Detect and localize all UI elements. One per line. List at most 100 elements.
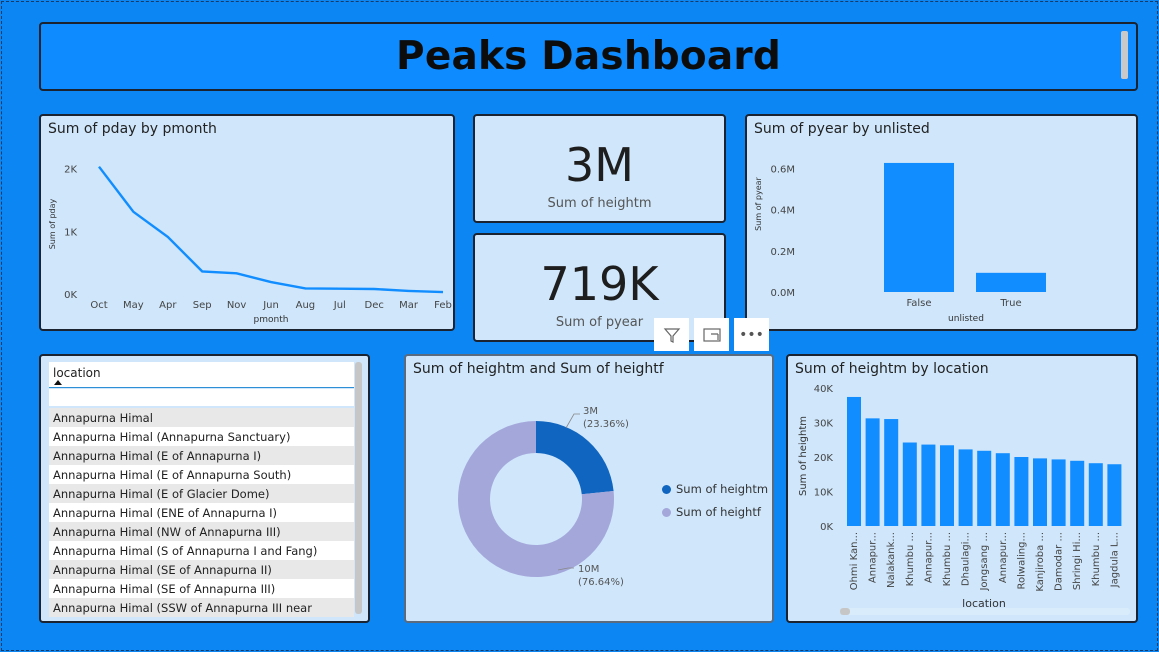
slicer-item[interactable]: Annapurna Himal (SSW of Annapurna III ne… (49, 598, 354, 617)
header-scrollbar[interactable] (1121, 31, 1128, 79)
slicer-search-input[interactable] (49, 389, 354, 406)
location-scrollbar[interactable] (840, 608, 850, 615)
x-axis-label: pmonth (254, 315, 289, 325)
bar (847, 396, 861, 526)
y-tick-label: 10K (814, 488, 834, 499)
leader-line-heightm (565, 413, 580, 429)
y-tick-label: 2K (64, 165, 77, 176)
x-tick-label: True (999, 298, 1021, 309)
visual-header-toolbar: ••• (654, 318, 769, 351)
data-label-heightm-value: 3M (583, 406, 598, 417)
filter-button[interactable] (654, 318, 689, 351)
donut-chart-visual[interactable]: Sum of heightm and Sum of heightf 3M (23.… (404, 354, 774, 623)
slicer-list: Annapurna Himal Annapurna Himal (Annapurn… (49, 408, 354, 617)
bar (958, 449, 973, 526)
slicer-item[interactable]: Annapurna Himal (E of Glacier Dome) (49, 484, 354, 503)
y-tick-label: 0.6M (770, 164, 795, 175)
x-tick-label: Dhaulagi... (961, 532, 972, 586)
bar (1088, 463, 1103, 526)
y-tick-label: 1K (64, 227, 77, 238)
slicer-item[interactable]: Annapurna Himal (E of Annapurna I) (49, 446, 354, 465)
location-chart-svg: 0K 10K 20K 30K 40K Sum of heightm Ohmi Kan... A… (798, 384, 1122, 610)
x-tick-label: Rolwaling... (1016, 532, 1027, 589)
x-tick-label: Shringi Hi... (1072, 532, 1083, 590)
y-tick-label: 0.4M (770, 206, 795, 217)
bar (1107, 464, 1122, 526)
data-label-heightf-value: 10M (578, 564, 599, 575)
bar (902, 442, 917, 526)
slicer-item[interactable]: Annapurna Himal (49, 408, 354, 427)
y-tick-label: 0.0M (770, 288, 795, 299)
y-axis-label: Sum of pyear (754, 176, 763, 230)
y-tick-label: 40K (814, 384, 834, 395)
data-label-heightf-percent: (76.64%) (578, 577, 624, 588)
x-tick-label: Khumbu ... (905, 532, 916, 586)
y-tick-label: 0K (820, 522, 833, 533)
page-title: Peaks Dashboard (396, 34, 781, 79)
bar (884, 162, 954, 292)
donut-slice-heightm (536, 421, 614, 495)
slicer-item[interactable]: Annapurna Himal (Annapurna Sanctuary) (49, 427, 354, 446)
card-heightm[interactable]: 3M Sum of heightm (473, 114, 726, 223)
x-tick-label: Nov (227, 300, 247, 311)
bar (977, 450, 992, 526)
x-tick-label: Oct (90, 300, 107, 311)
bar (995, 453, 1010, 526)
y-tick-label: 0K (64, 290, 77, 301)
x-tick-label: Annapur... (923, 532, 934, 583)
slicer-item[interactable]: Annapurna Himal (SE of Annapurna II) (49, 560, 354, 579)
bar (976, 272, 1046, 292)
x-tick-label: Aug (296, 300, 316, 311)
x-tick-label: May (123, 300, 144, 311)
filter-icon (663, 327, 680, 343)
legend-label-heightf: Sum of heightf (676, 505, 761, 519)
x-tick-label: Khumbu ... (1091, 532, 1102, 586)
unlisted-bar-chart-visual[interactable]: Sum of pyear by unlisted 0.0M 0.2M 0.4M 0.6… (745, 114, 1138, 331)
x-axis-label: unlisted (948, 314, 984, 324)
data-label-heightm-percent: (23.36%) (583, 419, 629, 430)
legend-item-heightf[interactable]: Sum of heightf (662, 505, 761, 519)
header-banner: Peaks Dashboard (39, 22, 1138, 91)
legend-item-heightm[interactable]: Sum of heightm (662, 482, 768, 496)
focus-mode-button[interactable] (694, 318, 729, 351)
card-heightm-value: 3M (565, 138, 634, 192)
bar (921, 444, 936, 526)
x-tick-label: Jun (262, 300, 279, 311)
series-line (98, 165, 444, 294)
location-bar-chart-visual[interactable]: Sum of heightm by location 0K 10K 20K 30K 40… (786, 354, 1138, 623)
bar (940, 445, 954, 526)
x-tick-label: Sep (193, 300, 212, 311)
x-tick-label: Damodar ... (1054, 532, 1065, 591)
x-tick-label: Feb (434, 300, 452, 311)
y-axis-label: Sum of pday (48, 198, 57, 249)
x-tick-label: Nalakank... (886, 532, 897, 588)
slicer-item[interactable]: Annapurna Himal (S of Annapurna I and Fa… (49, 541, 354, 560)
y-tick-label: 0.2M (770, 247, 795, 258)
card-heightm-label: Sum of heightm (547, 196, 652, 211)
bar (1014, 457, 1029, 526)
slicer-item[interactable]: Annapurna Himal (E of Annapurna South) (49, 465, 354, 484)
sort-ascending-icon[interactable] (54, 380, 62, 385)
focus-mode-icon (702, 327, 721, 342)
x-tick-label: Jagdula L... (1109, 532, 1120, 588)
unlisted-chart-svg: 0.0M 0.2M 0.4M 0.6M Sum of pyear False True unl… (754, 162, 1046, 324)
card-pyear-value: 719K (540, 257, 659, 311)
slicer-header[interactable]: location (49, 362, 354, 388)
x-tick-label: Annapur... (998, 532, 1009, 583)
slicer-scrollbar[interactable] (355, 362, 362, 614)
slicer-item[interactable]: Annapurna Himal (NW of Annapurna III) (49, 522, 354, 541)
legend-dot-heightf (662, 507, 671, 517)
bar (884, 419, 899, 526)
slicer-header-label: location (53, 366, 101, 380)
bar (1070, 460, 1085, 526)
location-slicer[interactable]: location Annapurna Himal Annapurna Himal … (39, 354, 370, 623)
location-scroll-track[interactable] (840, 608, 1130, 615)
slicer-item[interactable]: Annapurna Himal (ENE of Annapurna I) (49, 503, 354, 522)
x-tick-label: Khumbu ... (942, 532, 953, 586)
x-tick-label: Kanjiroba ... (1035, 532, 1046, 592)
bar (865, 418, 880, 526)
slicer-item[interactable]: Annapurna Himal (SE of Annapurna III) (49, 579, 354, 598)
more-options-button[interactable]: ••• (734, 318, 769, 351)
bar (1051, 459, 1066, 526)
line-chart-visual[interactable]: Sum of pday by pmonth 0K 1K 2K Sum of pday O… (39, 114, 455, 331)
